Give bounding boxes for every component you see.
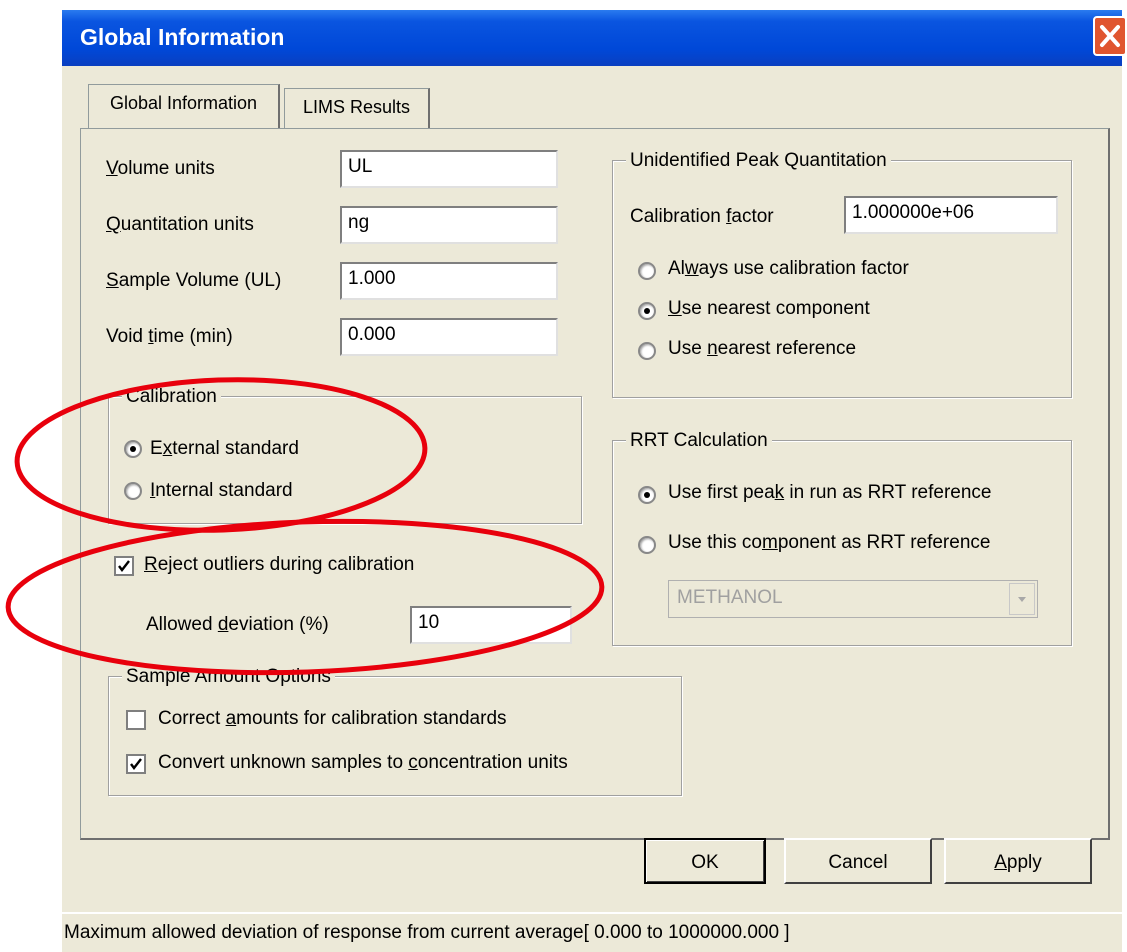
quantitation-units-input[interactable]: ng	[340, 206, 558, 244]
sample-volume-label: Sample Volume (UL)	[106, 270, 282, 291]
internal-standard-label[interactable]: Internal standard	[150, 480, 293, 502]
first-peak-radio[interactable]	[638, 486, 656, 504]
checkmark-icon	[130, 758, 142, 770]
component-select[interactable]: METHANOL	[668, 580, 1038, 618]
calibration-factor-input[interactable]: 1.000000e+06	[844, 196, 1058, 234]
window-title: Global Information	[80, 24, 285, 50]
this-component-label[interactable]: Use this component as RRT reference	[668, 532, 990, 554]
dropdown-button[interactable]	[1009, 583, 1035, 615]
reject-outliers-label[interactable]: Reject outliers during calibration	[144, 554, 414, 576]
nearest-reference-radio[interactable]	[638, 342, 656, 360]
close-icon	[1100, 25, 1120, 47]
sample-amount-group-title: Sample Amount Options	[122, 666, 335, 688]
tab-lims-results[interactable]: LIMS Results	[284, 88, 430, 128]
first-peak-label[interactable]: Use first peak in run as RRT reference	[668, 482, 992, 504]
volume-units-input[interactable]: UL	[340, 150, 558, 188]
status-text: Maximum allowed deviation of response fr…	[64, 922, 790, 943]
chevron-down-icon	[1018, 597, 1026, 602]
calibration-group-title: Calibration	[122, 386, 221, 408]
rrt-calculation-group-title: RRT Calculation	[626, 430, 772, 452]
convert-unknown-checkbox[interactable]	[126, 754, 146, 774]
external-standard-radio[interactable]	[124, 440, 142, 458]
always-use-factor-radio[interactable]	[638, 262, 656, 280]
ok-button[interactable]: OK	[644, 838, 766, 884]
always-use-factor-label[interactable]: Always use calibration factor	[668, 258, 909, 280]
void-time-input[interactable]: 0.000	[340, 318, 558, 356]
cancel-button[interactable]: Cancel	[784, 838, 932, 884]
tab-global-information[interactable]: Global Information	[88, 84, 280, 128]
correct-amounts-checkbox[interactable]	[126, 710, 146, 730]
nearest-component-label[interactable]: Use nearest component	[668, 298, 870, 320]
internal-standard-radio[interactable]	[124, 482, 142, 500]
correct-amounts-label[interactable]: Correct amounts for calibration standard…	[158, 708, 507, 730]
void-time-label: Void time (min)	[106, 326, 233, 347]
unidentified-peak-group-title: Unidentified Peak Quantitation	[626, 150, 891, 172]
reject-outliers-checkbox[interactable]	[114, 556, 134, 576]
allowed-deviation-label: Allowed deviation (%)	[146, 614, 329, 635]
calibration-group	[108, 396, 582, 524]
component-select-value: METHANOL	[677, 587, 783, 608]
nearest-reference-label[interactable]: Use nearest reference	[668, 338, 856, 360]
apply-button[interactable]: Apply	[944, 838, 1092, 884]
volume-units-label: Volume units	[106, 158, 215, 179]
sample-amount-group	[108, 676, 682, 796]
allowed-deviation-input[interactable]: 10	[410, 606, 572, 644]
nearest-component-radio[interactable]	[638, 302, 656, 320]
checkmark-icon	[118, 560, 130, 572]
convert-unknown-label[interactable]: Convert unknown samples to concentration…	[158, 752, 568, 774]
calibration-factor-label: Calibration factor	[630, 206, 774, 227]
sample-volume-input[interactable]: 1.000	[340, 262, 558, 300]
quantitation-units-label: Quantitation units	[106, 214, 254, 235]
this-component-radio[interactable]	[638, 536, 656, 554]
external-standard-label[interactable]: External standard	[150, 438, 299, 460]
close-button[interactable]	[1093, 16, 1127, 56]
